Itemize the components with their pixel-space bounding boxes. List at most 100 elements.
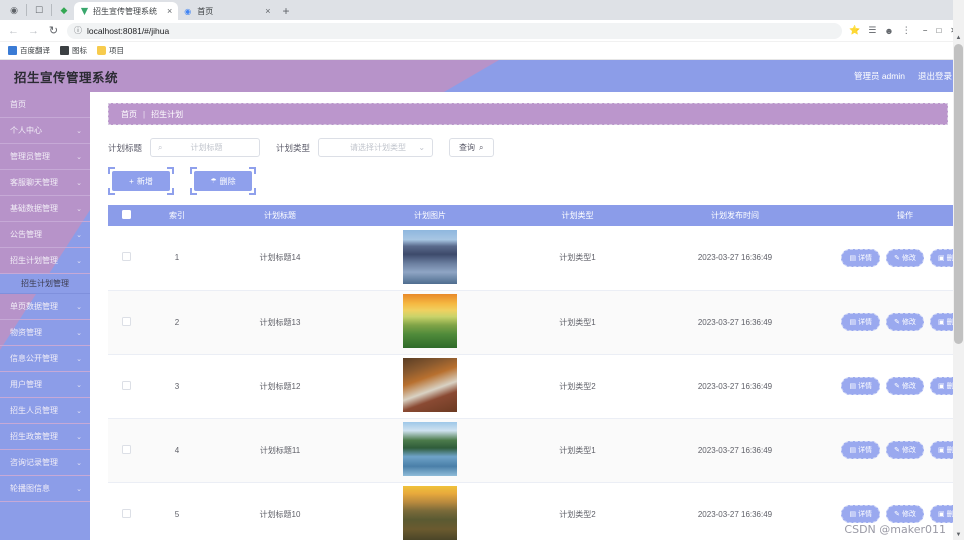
tab-close-icon[interactable]: × (167, 6, 172, 16)
page-scrollbar[interactable]: ▲ ▼ (953, 0, 964, 540)
col-type: 计划类型 (510, 205, 645, 226)
row-time: 2023-03-27 16:36:49 (645, 290, 825, 355)
bookmark-item-1[interactable]: 图标 (60, 45, 87, 56)
row-checkbox-cell[interactable] (108, 482, 144, 540)
row-operations: ▤详情 ✎修改 ▣删除 (825, 418, 964, 483)
detail-button[interactable]: ▤ 详情 (841, 505, 881, 523)
sidebar-item-announcement-management[interactable]: 公告管理 ⌄ (0, 222, 90, 248)
sidebar-item-carousel-info[interactable]: 轮播图信息 ⌄ (0, 476, 90, 502)
query-button[interactable]: 查询 ⌕ (449, 138, 494, 157)
checkbox-icon[interactable] (121, 508, 131, 518)
browser-tab-inactive[interactable]: ◉ 首页 × (178, 2, 277, 20)
browser-tab-active[interactable]: 招生宣传管理系统 × (74, 2, 179, 20)
minimize-icon[interactable]: − (923, 26, 928, 35)
logout-button[interactable]: 退出登录 (918, 70, 952, 82)
plan-image-thumbnail[interactable] (403, 358, 457, 412)
edit-button[interactable]: ✎ 修改 (886, 377, 924, 395)
scroll-down-arrow-icon[interactable]: ▼ (953, 529, 964, 540)
edit-button[interactable]: ✎ 修改 (886, 313, 924, 331)
sidebar-item-material-management[interactable]: 物资管理 ⌄ (0, 320, 90, 346)
sidebar-item-basic-data-management[interactable]: 基础数据管理 ⌄ (0, 196, 90, 222)
maximize-icon[interactable]: □ (936, 26, 941, 35)
plan-type-select[interactable]: 请选择计划类型 ⌄ (318, 138, 434, 157)
row-image-cell[interactable] (350, 226, 510, 291)
sidebar-item-recruiter-management[interactable]: 招生人员管理 ⌄ (0, 398, 90, 424)
sidebar-item-policy-management[interactable]: 招生政策管理 ⌄ (0, 424, 90, 450)
table-row[interactable]: 1 计划标题14 计划类型1 2023-03-27 16:36:49 ▤ 详情 ✎… (108, 226, 964, 291)
delete-button[interactable]: ☂ 删除 (190, 167, 256, 195)
sidebar-item-home[interactable]: 首页 (0, 92, 90, 118)
browser-more-icon[interactable]: ⋮ (902, 25, 911, 36)
sidebar-item-admin-management[interactable]: 管理员管理 ⌄ (0, 144, 90, 170)
edit-button[interactable]: ✎ 修改 (886, 441, 924, 459)
sidebar-item-user-management[interactable]: 用户管理 ⌄ (0, 372, 90, 398)
sidebar-item-info-disclosure[interactable]: 信息公开管理 ⌄ (0, 346, 90, 372)
leaf-icon[interactable]: ◆ (57, 3, 71, 17)
site-info-icon[interactable]: ⓘ (74, 25, 82, 36)
sidebar-item-personal-center[interactable]: 个人中心 ⌄ (0, 118, 90, 144)
checkbox-icon[interactable] (121, 380, 131, 390)
checkbox-icon[interactable] (121, 252, 131, 262)
new-tab-button[interactable]: + (277, 4, 296, 20)
row-checkbox-cell[interactable] (108, 354, 144, 419)
row-checkbox-cell[interactable] (108, 290, 144, 355)
reload-icon[interactable]: ↻ (47, 24, 60, 37)
browser-menu-icon[interactable]: ◉ (7, 3, 21, 17)
row-image-cell[interactable] (350, 290, 510, 355)
sidebar-item-consult-records[interactable]: 咨询记录管理 ⌄ (0, 450, 90, 476)
edit-button[interactable]: ✎ 修改 (886, 248, 924, 267)
row-checkbox-cell[interactable] (108, 226, 144, 291)
plan-type-placeholder: 请选择计划类型 (350, 143, 407, 152)
bookmark-star-icon[interactable]: ⭐ (849, 25, 860, 36)
sidebar: 首页 个人中心 ⌄ 管理员管理 ⌄ 客服聊天管理 ⌄ 基础数据管理 ⌄ 公告管理… (0, 92, 90, 540)
plan-image-thumbnail[interactable] (403, 422, 457, 476)
address-bar[interactable]: ⓘ localhost:8081/#/jihua (67, 22, 842, 39)
add-button[interactable]: + 新增 (108, 167, 174, 195)
row-checkbox-cell[interactable] (108, 418, 144, 483)
plan-image-thumbnail[interactable] (403, 229, 457, 284)
checkbox-icon[interactable] (121, 444, 131, 454)
row-type: 计划类型2 (510, 482, 645, 540)
plan-title-input[interactable]: ⌕ 计划标题 (150, 138, 261, 157)
sidebar-item-label: 基础数据管理 (10, 204, 58, 213)
trash-icon: ☂ (210, 178, 217, 185)
back-icon[interactable]: ← (7, 25, 20, 37)
breadcrumb-home[interactable]: 首页 (121, 109, 137, 120)
forward-icon[interactable]: → (27, 25, 40, 37)
bookmark-item-0[interactable]: 百度翻译 (8, 45, 50, 56)
row-image-cell[interactable] (350, 418, 510, 483)
detail-button[interactable]: ▤ 详情 (841, 441, 881, 459)
row-image-cell[interactable] (350, 482, 510, 540)
sidebar-item-chat-management[interactable]: 客服聊天管理 ⌄ (0, 170, 90, 196)
bookmark-label-3: 项目 (109, 46, 124, 55)
scroll-up-arrow-icon[interactable]: ▲ (953, 32, 964, 43)
plan-image-thumbnail[interactable] (403, 486, 457, 540)
corner-decor-bl-2 (190, 188, 197, 195)
sidebar-submenu-item-enrollment-plan[interactable]: 招生计划管理 (0, 274, 90, 294)
table-row[interactable]: 5 计划标题10 计划类型2 2023-03-27 16:36:49 ▤ 详情 ✎… (108, 482, 964, 540)
plan-image-thumbnail[interactable] (403, 294, 457, 348)
table-row[interactable]: 2 计划标题13 计划类型1 2023-03-27 16:36:49 ▤ 详情 ✎… (108, 290, 964, 355)
detail-button[interactable]: ▤ 详情 (841, 313, 881, 331)
tab-favicon-icon (80, 7, 89, 15)
table-row[interactable]: 3 计划标题12 计划类型2 2023-03-27 16:36:49 ▤ 详情 ✎… (108, 354, 964, 419)
sidebar-item-single-page-data[interactable]: 单页数据管理 ⌄ (0, 294, 90, 320)
tab-close-icon-2[interactable]: × (265, 6, 270, 16)
checkbox-icon[interactable] (121, 316, 131, 326)
bookmark-item-2[interactable]: 项目 (97, 45, 124, 56)
detail-button[interactable]: ▤ 详情 (841, 377, 881, 395)
sidebar-item-enrollment-plan-management[interactable]: 招生计划管理 ⌄ (0, 248, 90, 274)
chevron-down-icon-4: ⌄ (76, 205, 82, 213)
table-row[interactable]: 4 计划标题11 计划类型1 2023-03-27 16:36:49 ▤ 详情 ✎… (108, 418, 964, 483)
sidebar-menu: 首页 个人中心 ⌄ 管理员管理 ⌄ 客服聊天管理 ⌄ 基础数据管理 ⌄ 公告管理… (0, 92, 90, 502)
checkbox-icon-all[interactable] (121, 210, 131, 219)
profile-icon[interactable]: ☻ (884, 26, 893, 36)
row-image-cell[interactable] (350, 354, 510, 419)
edit-button[interactable]: ✎ 修改 (886, 505, 924, 523)
scrollbar-thumb[interactable] (954, 44, 963, 344)
detail-button[interactable]: ▤ 详情 (841, 248, 881, 267)
extensions-icon[interactable]: ☰ (868, 25, 876, 36)
tab-group-icon[interactable]: ☐ (32, 3, 46, 17)
select-all-header[interactable] (108, 205, 144, 226)
sidebar-item-label: 招生人员管理 (10, 406, 58, 415)
